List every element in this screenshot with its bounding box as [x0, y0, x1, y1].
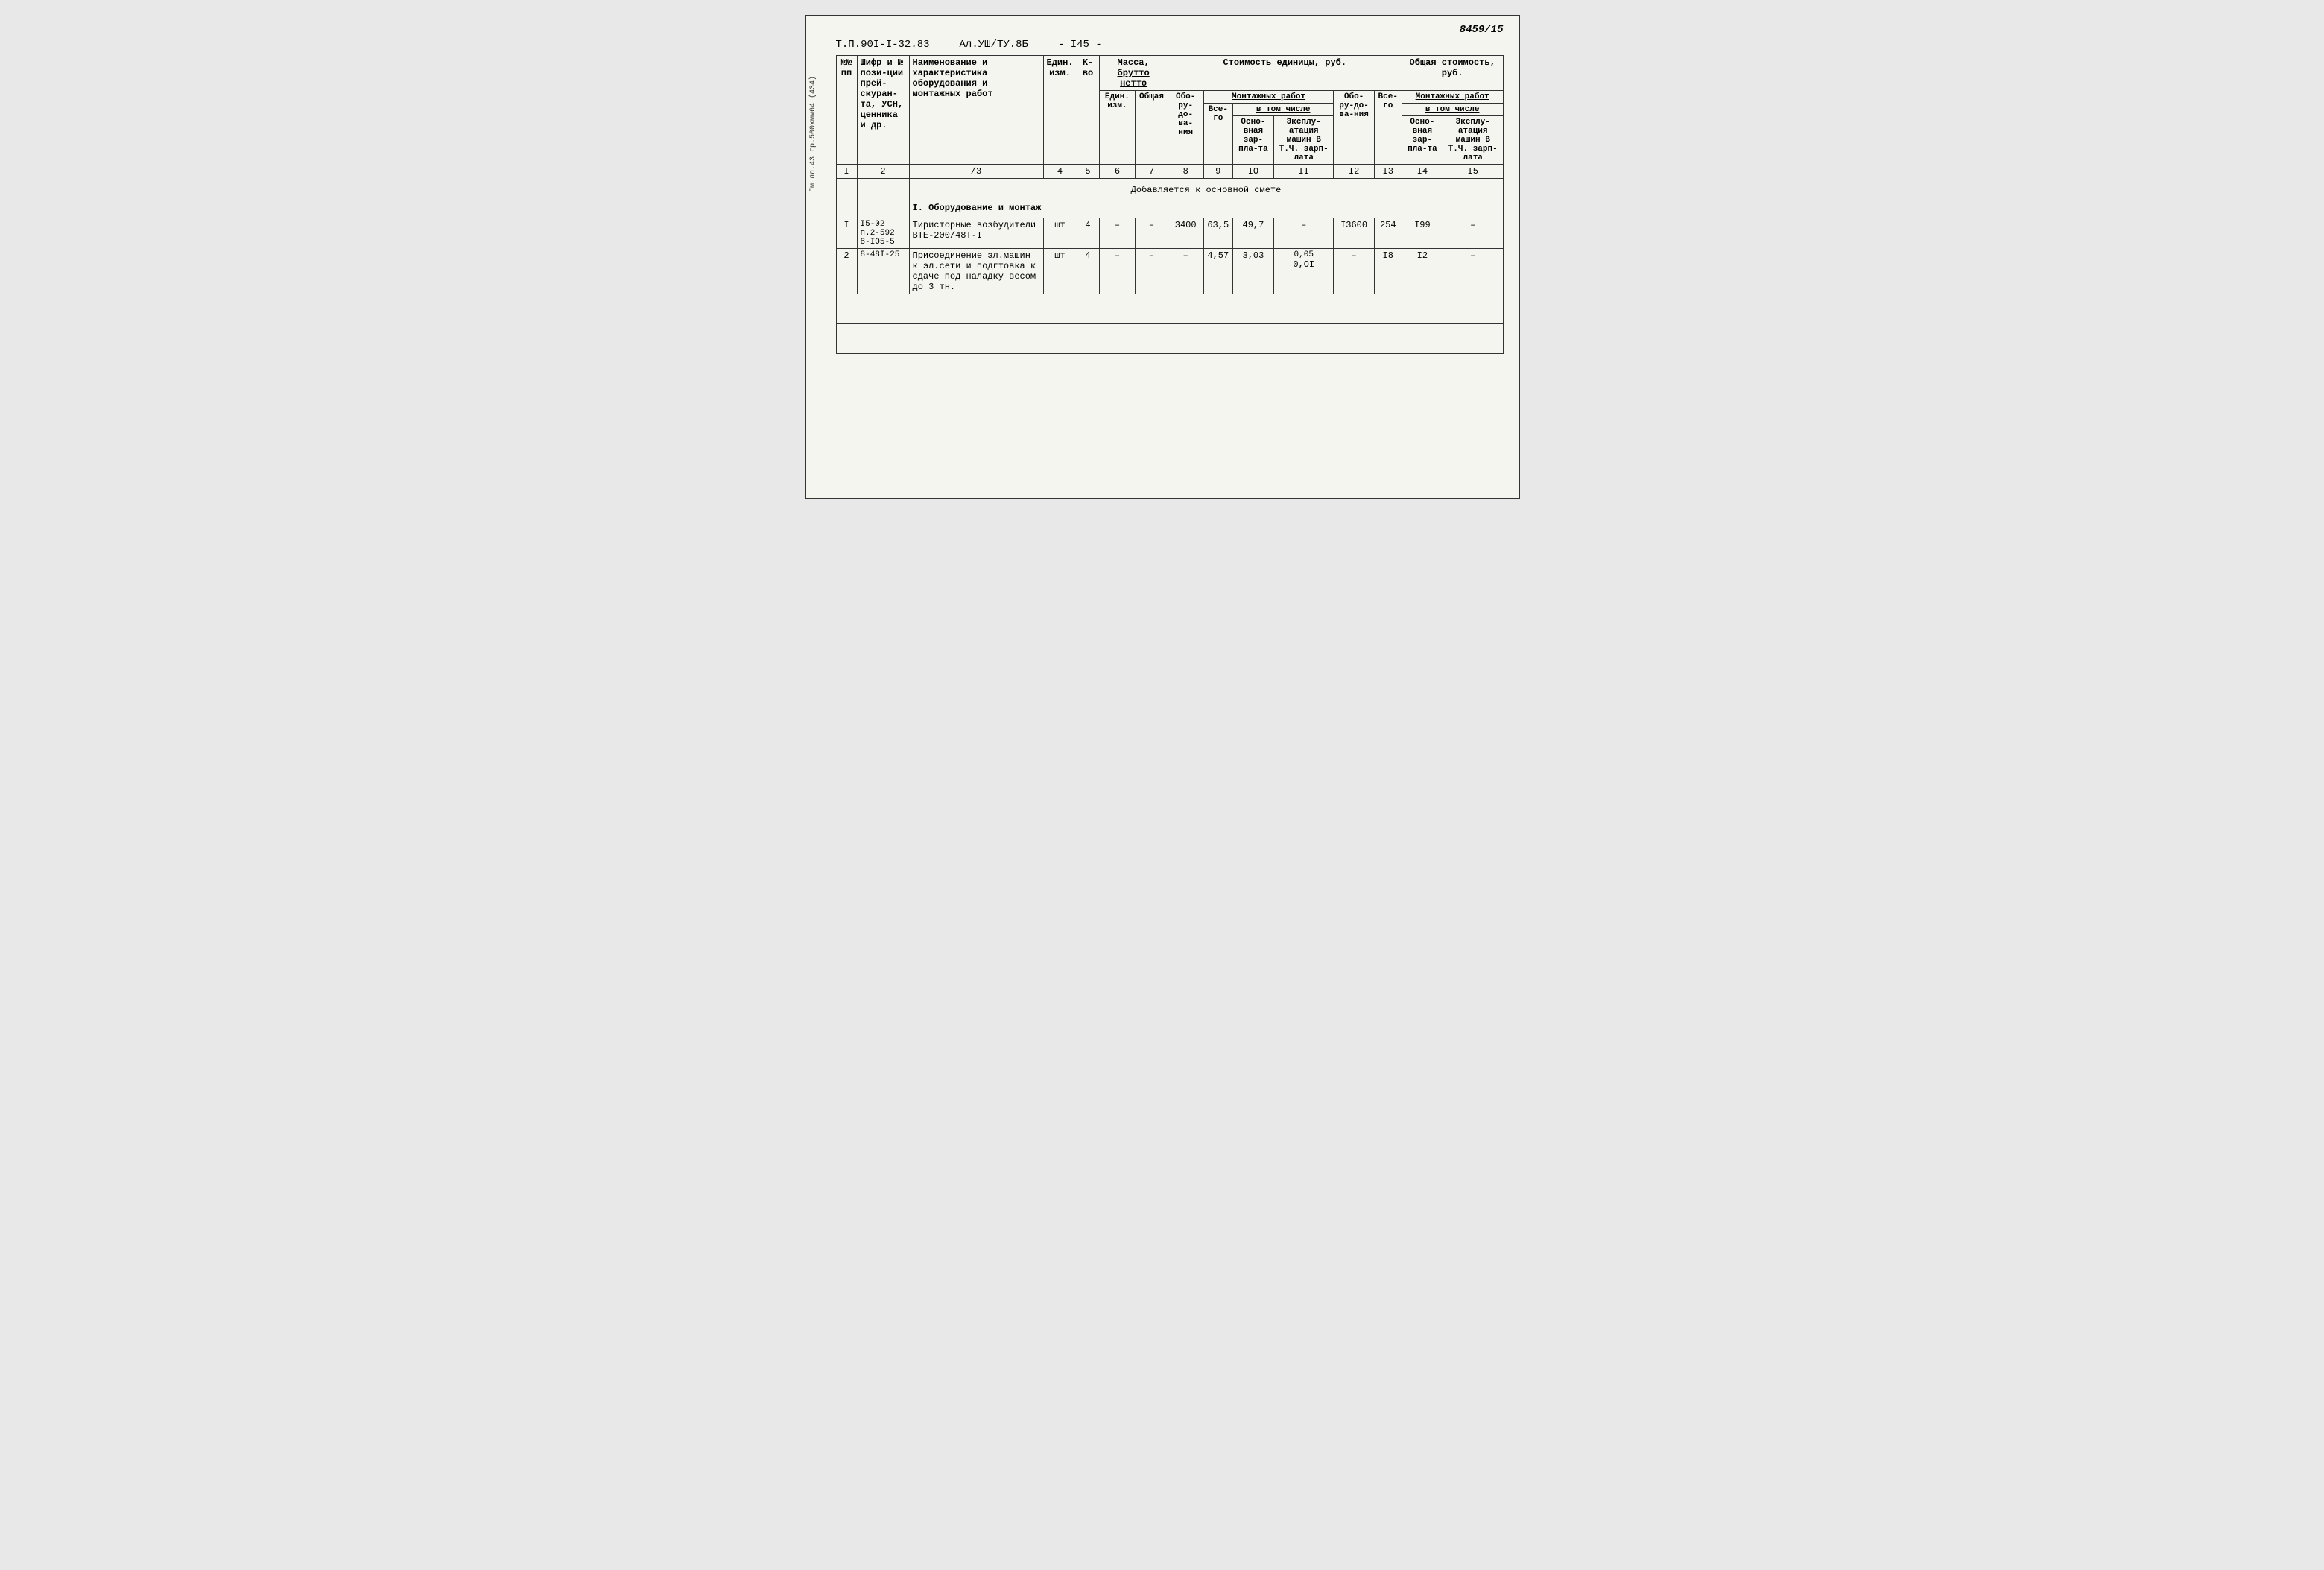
th-name: Наименование и характеристика оборудован…: [909, 56, 1043, 165]
main-table: №№ пп Шифр и № пози-ции прей-скуран-та, …: [836, 55, 1504, 354]
row1-equip-cost: 3400: [1168, 218, 1203, 249]
header-code3: - I45 -: [1058, 39, 1102, 51]
section-header-row: Добавляется к основной смете I. Оборудов…: [836, 179, 1503, 218]
row2-mass-total: –: [1136, 249, 1168, 294]
doc-number: 8459/15: [836, 24, 1504, 36]
empty-row-2: [836, 324, 1503, 354]
row2-labor-main-total: I2: [1402, 249, 1443, 294]
cn-10: IO: [1232, 165, 1273, 179]
th-unit: Един. изм.: [1043, 56, 1077, 165]
row2-total-cost: 4,57: [1203, 249, 1232, 294]
row2-name: Присоединение эл.машин к эл.сети и подгт…: [909, 249, 1043, 294]
row2-code: 8-48I-25: [857, 249, 909, 294]
th-intom-total-header: в том числе: [1402, 104, 1503, 116]
cn-12: I2: [1334, 165, 1374, 179]
th-grand-total: Все-го: [1374, 91, 1402, 165]
cn-14: I4: [1402, 165, 1443, 179]
row1-total-cost: 63,5: [1203, 218, 1232, 249]
section-num-cell: [836, 179, 857, 218]
document-page: Гм лл.43 гр.500хмм64 (434) 8459/15 Т.П.9…: [805, 15, 1520, 499]
cn-5: 5: [1077, 165, 1099, 179]
th-total-cost-header: Общая стоимость, руб.: [1402, 56, 1503, 91]
cn-15: I5: [1443, 165, 1503, 179]
row1-equip-total: I3600: [1334, 218, 1374, 249]
th-labor-all: Все-го: [1203, 104, 1232, 165]
th-unit-cost-header: Стоимость единицы, руб.: [1168, 56, 1402, 91]
row1-labor-main-total: I99: [1402, 218, 1443, 249]
th-mass-total: Общая: [1136, 91, 1168, 165]
row2-equip-cost: –: [1168, 249, 1203, 294]
cn-2: 2: [857, 165, 909, 179]
cn-8: 8: [1168, 165, 1203, 179]
row2-unit: шт: [1043, 249, 1077, 294]
cn-13: I3: [1374, 165, 1402, 179]
table-row: I I5-02 п.2-592 8-IO5-5 Тиристорные возб…: [836, 218, 1503, 249]
row1-mass-total: –: [1136, 218, 1168, 249]
th-qty: К-во: [1077, 56, 1099, 165]
header-row-1: №№ пп Шифр и № пози-ции прей-скуран-та, …: [836, 56, 1503, 91]
empty-row: [836, 294, 1503, 324]
row1-labor-exp: –: [1273, 218, 1334, 249]
cn-7: 7: [1136, 165, 1168, 179]
cn-6: 6: [1099, 165, 1136, 179]
th-machine-exp-total: Эксплу-атация машин В Т.Ч. зарп-лата: [1443, 116, 1503, 165]
header-line: Т.П.90I-I-32.83 Ал.УШ/ТУ.8Б - I45 -: [836, 39, 1504, 51]
th-mass-header: Масса, брутто нетто: [1099, 56, 1168, 91]
row1-name: Тиристорные возбудители ВТЕ-200/48Т-I: [909, 218, 1043, 249]
row1-code: I5-02 п.2-592 8-IO5-5: [857, 218, 909, 249]
table-row: 2 8-48I-25 Присоединение эл.машин к эл.с…: [836, 249, 1503, 294]
row1-labor-exp-total: –: [1443, 218, 1503, 249]
row2-num: 2: [836, 249, 857, 294]
column-numbers-row: I 2 /3 4 5 6 7 8 9 IO II I2 I3 I4 I5: [836, 165, 1503, 179]
cn-4: 4: [1043, 165, 1077, 179]
cn-9: 9: [1203, 165, 1232, 179]
th-main-salary: Осно-вная зар-пла-та: [1232, 116, 1273, 165]
th-montaj-total: Монтажных работ: [1402, 91, 1503, 104]
section-code-cell: [857, 179, 909, 218]
th-code: Шифр и № пози-ции прей-скуран-та, УСН, ц…: [857, 56, 909, 165]
cn-1: I: [836, 165, 857, 179]
th-num: №№ пп: [836, 56, 857, 165]
row2-grand-total: I8: [1374, 249, 1402, 294]
cn-11: II: [1273, 165, 1334, 179]
section-header-text: Добавляется к основной смете I. Оборудов…: [909, 179, 1503, 218]
cn-3: /3: [909, 165, 1043, 179]
th-main-salary-total: Осно-вная зар-пла-та: [1402, 116, 1443, 165]
row1-num: I: [836, 218, 857, 249]
th-intom-header: в том числе: [1232, 104, 1334, 116]
row1-qty: 4: [1077, 218, 1099, 249]
row1-unit: шт: [1043, 218, 1077, 249]
header-code1: Т.П.90I-I-32.83: [836, 39, 930, 51]
th-machine-exp: Эксплу-атация машин В Т.Ч. зарп-лата: [1273, 116, 1334, 165]
side-text: Гм лл.43 гр.500хмм64 (434): [809, 76, 817, 192]
row2-labor-main: 3,03: [1232, 249, 1273, 294]
row2-labor-exp: 0,05 0,OI: [1273, 249, 1334, 294]
row2-labor-exp-total: –: [1443, 249, 1503, 294]
th-equip-cost: Обо-ру-до-ва-ния: [1168, 91, 1203, 165]
row2-mass-unit: –: [1099, 249, 1136, 294]
row1-mass-unit: –: [1099, 218, 1136, 249]
th-equip-total: Обо-ру-до-ва-ния: [1334, 91, 1374, 165]
row1-grand-total: 254: [1374, 218, 1402, 249]
th-mass-unit: Един. изм.: [1099, 91, 1136, 165]
header-code2: Ал.УШ/ТУ.8Б: [960, 39, 1028, 51]
row2-qty: 4: [1077, 249, 1099, 294]
row2-equip-total: –: [1334, 249, 1374, 294]
row1-labor-main: 49,7: [1232, 218, 1273, 249]
th-montaj-cost: Монтажных работ: [1203, 91, 1334, 104]
